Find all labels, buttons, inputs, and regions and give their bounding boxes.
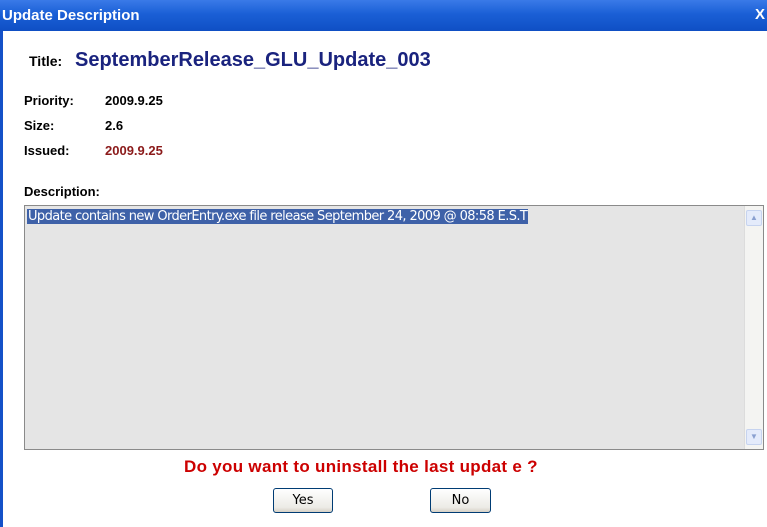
issued-label: Issued: — [24, 143, 70, 158]
description-text: Update contains new OrderEntry.exe file … — [27, 209, 529, 224]
uninstall-question: Do you want to uninstall the last updat … — [184, 457, 538, 476]
priority-value: 2009.9.25 — [105, 93, 163, 108]
issued-value: 2009.9.25 — [105, 143, 163, 158]
vertical-scrollbar[interactable]: ▲ ▼ — [744, 206, 763, 449]
window-border — [0, 31, 3, 527]
window-title: Update Description — [2, 7, 140, 24]
size-label: Size: — [24, 118, 55, 133]
update-description-dialog: Update Description X Title: SeptemberRel… — [0, 0, 767, 527]
no-button[interactable]: No — [430, 488, 491, 513]
size-value: 2.6 — [105, 118, 124, 133]
chevron-down-icon[interactable]: ▼ — [746, 429, 762, 445]
chevron-up-icon[interactable]: ▲ — [746, 210, 762, 226]
close-icon[interactable]: X — [755, 6, 767, 23]
yes-button[interactable]: Yes — [273, 488, 333, 513]
title-label: Title: — [29, 53, 63, 69]
description-label: Description: — [24, 184, 100, 199]
update-title: SeptemberRelease_GLU_Update_003 — [75, 49, 431, 71]
title-bar: Update Description X — [0, 0, 767, 31]
priority-label: Priority: — [24, 93, 74, 108]
description-textarea[interactable]: Update contains new OrderEntry.exe file … — [24, 205, 764, 450]
